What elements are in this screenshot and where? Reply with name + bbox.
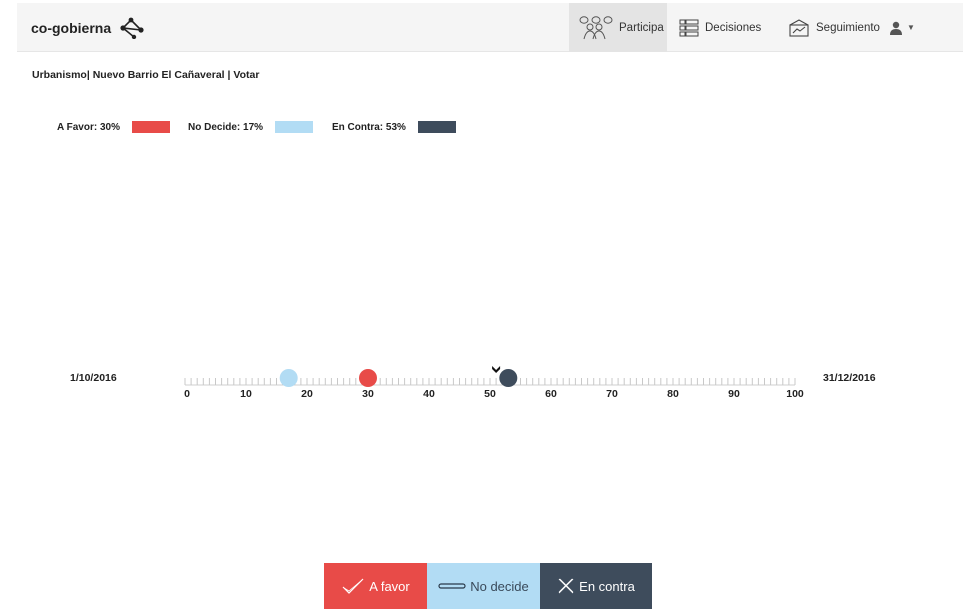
vote-scale[interactable]: 0 10 20 30 40 50 60 70 80 90 100 <box>167 362 817 408</box>
legend-favor: A Favor: 30% <box>57 121 170 133</box>
user-icon <box>890 21 902 35</box>
brand-name: co-gobierna <box>31 19 112 36</box>
vote-contra-label: En contra <box>579 578 635 594</box>
nav-decisiones-label: Decisiones <box>705 21 762 34</box>
vote-favor-label: A favor <box>369 578 410 594</box>
legend-nodecide-label: No Decide: 17% <box>188 121 264 133</box>
end-date: 31/12/2016 <box>823 372 876 384</box>
chart-icon <box>789 18 809 37</box>
marker-en-contra[interactable] <box>499 369 518 387</box>
navbar: co-gobierna Participa Decisiones Seguimi… <box>17 3 963 52</box>
nav-seguimiento-label: Seguimiento <box>816 21 880 34</box>
check-icon <box>342 578 364 594</box>
scale-tick-label: 0 <box>184 388 190 400</box>
people-group-icon <box>579 15 613 39</box>
scale-tick-label: 80 <box>667 388 679 400</box>
scale-tick-label: 60 <box>545 388 557 400</box>
scale-tick-label: 30 <box>362 388 374 400</box>
close-icon <box>558 578 574 594</box>
start-date: 1/10/2016 <box>70 372 117 384</box>
scale-tick-label: 50 <box>484 388 496 400</box>
marker-no-decide[interactable] <box>279 369 298 387</box>
scale-tick-label: 40 <box>423 388 435 400</box>
list-icon <box>679 19 699 36</box>
vote-nodecide-button[interactable]: No decide <box>427 563 540 609</box>
nav-seguimiento[interactable]: Seguimiento <box>788 3 880 52</box>
vote-favor-button[interactable]: A favor <box>324 563 427 609</box>
scale-tick-label: 70 <box>606 388 618 400</box>
legend-favor-label: A Favor: 30% <box>57 121 120 133</box>
user-menu[interactable]: ▼ <box>889 3 915 52</box>
brand[interactable]: co-gobierna <box>31 3 145 52</box>
nav-decisiones[interactable]: Decisiones <box>679 3 761 52</box>
vote-nodecide-label: No decide <box>470 578 529 594</box>
breadcrumb: Urbanismo| Nuevo Barrio El Cañaveral | V… <box>32 69 260 81</box>
nav-participa[interactable]: Participa <box>569 3 667 52</box>
nav-participa-label: Participa <box>619 21 664 34</box>
vote-contra-button[interactable]: En contra <box>540 563 652 609</box>
legend-contra-swatch <box>417 121 456 133</box>
chevron-down-icon: ▼ <box>907 23 915 32</box>
legend-nodecide: No Decide: 17% <box>188 121 314 133</box>
dash-icon <box>438 583 466 589</box>
vote-buttons: A favor No decide En contra <box>324 563 652 609</box>
scale-tick-label: 90 <box>728 388 740 400</box>
scale-tick-label: 100 <box>786 388 804 400</box>
network-logo-icon <box>120 17 144 39</box>
legend-contra-label: En Contra: 53% <box>332 121 406 133</box>
app-frame: co-gobierna Participa Decisiones Seguimi… <box>17 0 963 609</box>
scale-tick-label: 10 <box>240 388 252 400</box>
legend-contra: En Contra: 53% <box>332 121 456 133</box>
marker-a-favor[interactable] <box>359 369 377 387</box>
legend-nodecide-swatch <box>275 121 314 133</box>
pointer-icon <box>492 366 501 373</box>
scale-tick-label: 20 <box>301 388 313 400</box>
legend-favor-swatch <box>131 121 170 133</box>
